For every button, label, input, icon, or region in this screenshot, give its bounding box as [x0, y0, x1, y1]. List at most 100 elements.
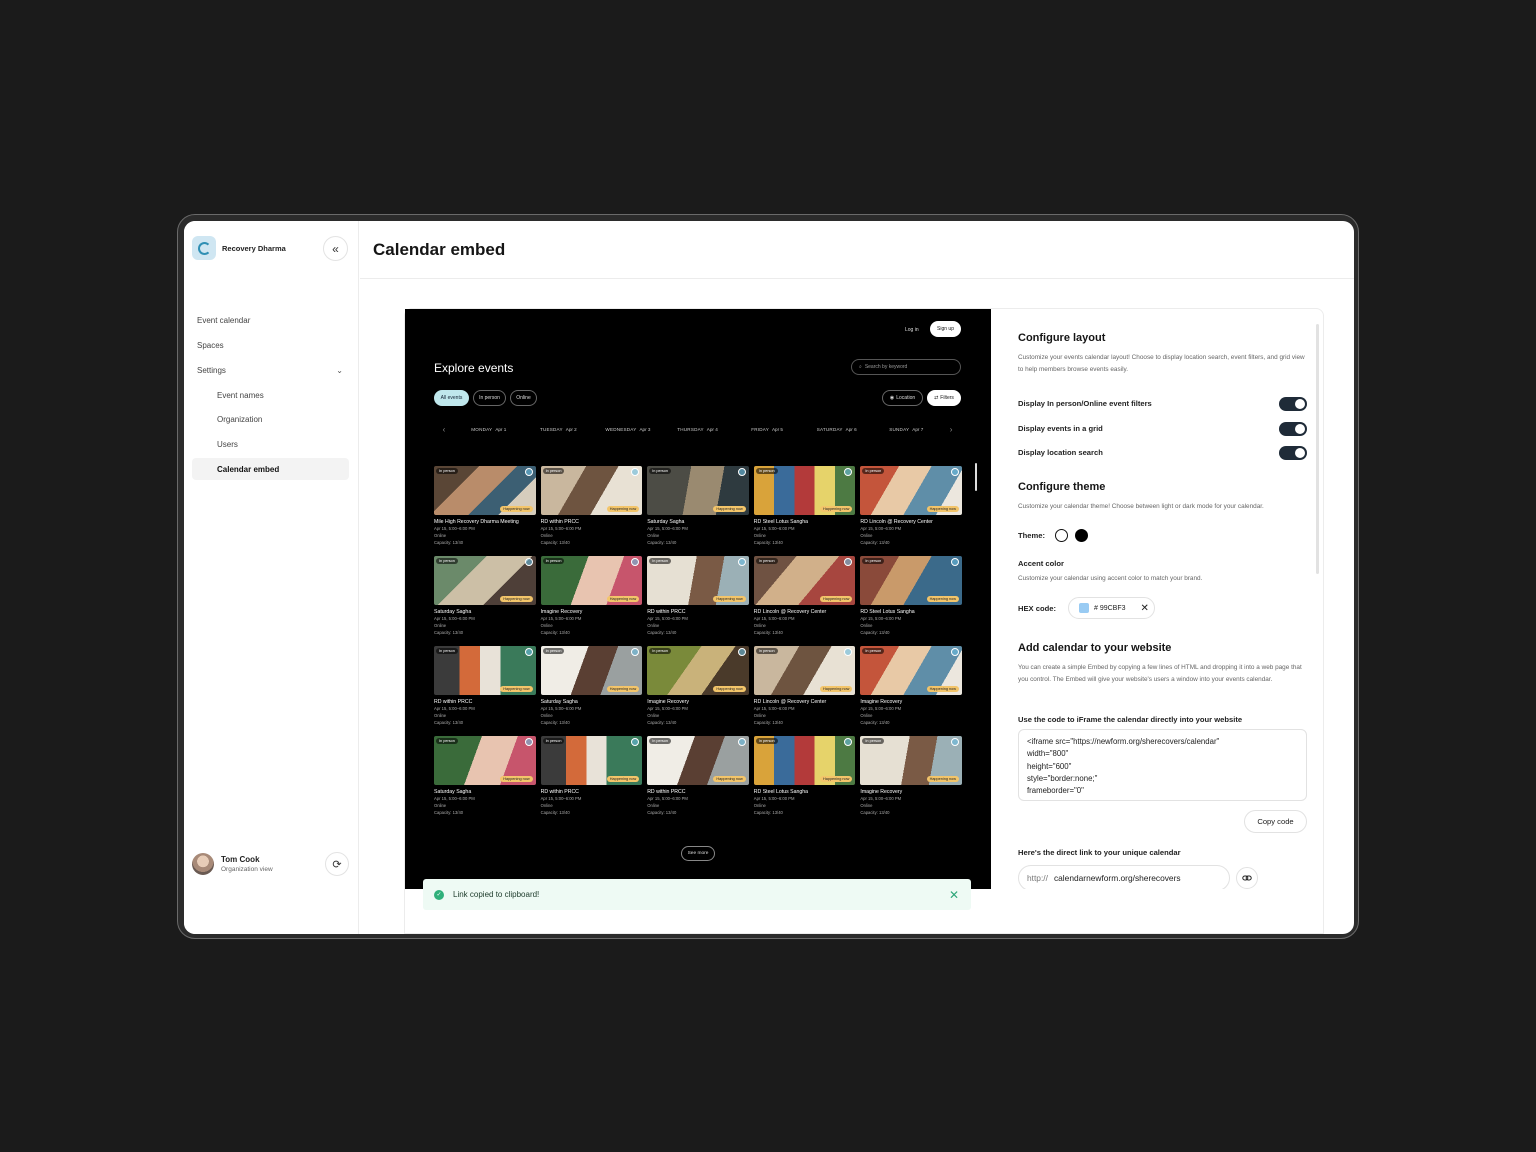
filters-button[interactable]: ⇄ Filters: [927, 390, 961, 406]
in-person-badge: In person: [862, 738, 885, 744]
event-thumbnail: In person Happening now: [860, 556, 962, 605]
event-card[interactable]: In person Happening now Imagine Recovery Ap…: [647, 646, 749, 725]
event-card[interactable]: In person Happening now RD within PRCC Apr …: [434, 646, 536, 725]
location-chip[interactable]: ◉ Location: [882, 390, 923, 406]
event-card[interactable]: In person Happening now RD Steel Lotus San…: [860, 556, 962, 635]
event-card[interactable]: In person Happening now RD Steel Lotus San…: [753, 466, 856, 545]
accent-swatch: [1079, 603, 1089, 613]
preview-scrollbar[interactable]: [975, 463, 977, 491]
theme-light-option[interactable]: [1055, 529, 1068, 542]
event-card[interactable]: In person Happening now Saturday Sagha Apr …: [647, 466, 749, 545]
happening-now-badge: Happening now: [926, 506, 959, 512]
event-time: Apr 15, 5:00–6:00 PM: [647, 616, 688, 621]
sidebar-item-settings[interactable]: Settings ⌄: [192, 359, 349, 381]
toggle-grid[interactable]: [1279, 422, 1307, 436]
check-icon: [950, 648, 959, 656]
device-frame: Recovery Dharma « Event calendar Spaces …: [177, 214, 1359, 939]
event-card[interactable]: In person Happening now Saturday Sagha Apr …: [434, 736, 536, 815]
see-more-button[interactable]: See more: [681, 846, 715, 861]
happening-now-badge: Happening now: [500, 596, 533, 602]
event-mode: Online: [434, 713, 447, 718]
search-icon: ⌕: [859, 364, 862, 370]
embed-code-textarea[interactable]: <iframe src="https://newform.org/shereco…: [1018, 729, 1307, 801]
event-time: Apr 15, 5:00–6:00 PM: [753, 616, 795, 621]
day-friday[interactable]: FRIDAY Apr 5: [732, 427, 802, 432]
happening-now-badge: Happening now: [500, 686, 533, 692]
event-card[interactable]: In person Happening now Imagine Recovery Ap…: [860, 736, 962, 815]
happening-now-badge: Happening now: [500, 506, 533, 512]
preview-signup-button[interactable]: Sign up: [930, 321, 961, 337]
day-sunday[interactable]: SUNDAY Apr 7: [871, 427, 941, 432]
copy-link-button[interactable]: [1236, 867, 1258, 889]
toggle-filters[interactable]: [1279, 397, 1307, 411]
check-icon: [631, 558, 640, 566]
event-mode: Online: [753, 533, 766, 538]
clear-icon[interactable]: ✕: [1141, 603, 1149, 614]
event-card[interactable]: In person Happening now RD Lincoln @ Recov…: [753, 556, 856, 635]
event-mode: Online: [647, 713, 660, 718]
sidebar-item-organization[interactable]: Organization: [192, 409, 349, 431]
event-time: Apr 15, 5:00–6:00 PM: [540, 526, 582, 531]
day-tuesday[interactable]: TUESDAY Apr 2: [524, 427, 594, 432]
event-card[interactable]: In person Happening now RD Lincoln @ Recov…: [753, 646, 856, 725]
event-card[interactable]: In person Happening now Saturday Sagha Apr …: [434, 556, 536, 635]
sidebar-item-event-names[interactable]: Event names: [192, 384, 349, 406]
theme-dark-option[interactable]: [1075, 529, 1088, 542]
brand-logo-icon: [192, 236, 216, 260]
close-icon[interactable]: ✕: [949, 888, 959, 902]
filter-chip-online[interactable]: Online: [510, 390, 537, 406]
day-thursday[interactable]: THURSDAY Apr 4: [663, 427, 733, 432]
day-monday[interactable]: MONDAY Apr 1: [454, 427, 524, 432]
event-card[interactable]: In person Happening now RD within PRCC Apr …: [647, 736, 749, 815]
event-card[interactable]: In person Happening now RD Lincoln @ Recov…: [860, 466, 962, 545]
event-card[interactable]: In person Happening now RD within PRCC Apr …: [540, 466, 643, 545]
event-thumbnail: In person Happening now: [860, 646, 962, 695]
day-saturday[interactable]: SATURDAY Apr 6: [802, 427, 872, 432]
add-calendar-desc: You can create a simple Embed by copying…: [1018, 664, 1302, 683]
event-capacity: Capacity: 13/40: [860, 630, 890, 635]
check-icon: [631, 468, 640, 476]
event-time: Apr 15, 5:00–6:00 PM: [540, 616, 582, 621]
user-profile[interactable]: Tom Cook Organization view ⟳: [192, 852, 349, 876]
event-mode: Online: [860, 533, 873, 538]
location-pin-icon: ◉: [889, 395, 895, 401]
check-icon: [737, 738, 746, 746]
refresh-icon: ⟳: [332, 858, 342, 871]
event-card[interactable]: In person Happening now Mile High Recovery…: [434, 466, 536, 545]
brand[interactable]: Recovery Dharma: [192, 236, 286, 260]
event-thumbnail: In person Happening now: [540, 646, 643, 695]
happening-now-badge: Happening now: [713, 776, 746, 782]
config-scrollbar[interactable]: [1316, 324, 1319, 574]
preview-search-input[interactable]: ⌕ Search by keyword: [851, 359, 961, 375]
toggle-location[interactable]: [1279, 446, 1307, 460]
happening-now-badge: Happening now: [926, 686, 959, 692]
copy-code-button[interactable]: Copy code: [1244, 810, 1307, 833]
event-thumbnail: In person Happening now: [434, 646, 536, 695]
event-card[interactable]: In person Happening now RD within PRCC Apr …: [647, 556, 749, 635]
sidebar-nav: Event calendar Spaces Settings ⌄ Event n…: [192, 309, 349, 483]
hex-code-input[interactable]: # 99CBF3 ✕: [1068, 597, 1155, 619]
sidebar-item-event-calendar[interactable]: Event calendar: [192, 309, 349, 331]
next-week-icon[interactable]: ›: [941, 425, 961, 434]
event-card[interactable]: In person Happening now Imagine Recovery Ap…: [860, 646, 962, 725]
sidebar-item-spaces[interactable]: Spaces: [192, 334, 349, 356]
day-wednesday[interactable]: WEDNESDAY Apr 3: [593, 427, 663, 432]
sidebar-item-users[interactable]: Users: [192, 433, 349, 455]
hex-code-value: # 99CBF3: [1094, 604, 1126, 612]
collapse-sidebar-button[interactable]: «: [323, 236, 348, 261]
sidebar-item-calendar-embed[interactable]: Calendar embed: [192, 458, 349, 481]
event-card[interactable]: In person Happening now RD within PRCC Apr …: [540, 736, 643, 815]
event-time: Apr 15, 5:00–6:00 PM: [753, 706, 795, 711]
event-mode: Online: [860, 623, 873, 628]
prev-week-icon[interactable]: ‹: [434, 425, 454, 434]
event-card[interactable]: In person Happening now Imagine Recovery Ap…: [540, 556, 643, 635]
event-card[interactable]: In person Happening now RD Steel Lotus San…: [753, 736, 856, 815]
filter-chip-all[interactable]: All events: [434, 390, 469, 406]
switch-view-button[interactable]: ⟳: [325, 852, 349, 876]
preview-login-link[interactable]: Log in: [905, 327, 919, 333]
event-card[interactable]: In person Happening now Saturday Sagha Apr …: [540, 646, 643, 725]
calendar-url-field[interactable]: http:// calendarnewform.org/sherecovers: [1018, 865, 1230, 889]
filter-chip-in-person[interactable]: In person: [473, 390, 506, 406]
event-grid: In person Happening now Mile High Recovery…: [434, 466, 962, 815]
url-prefix: http://: [1027, 873, 1048, 883]
